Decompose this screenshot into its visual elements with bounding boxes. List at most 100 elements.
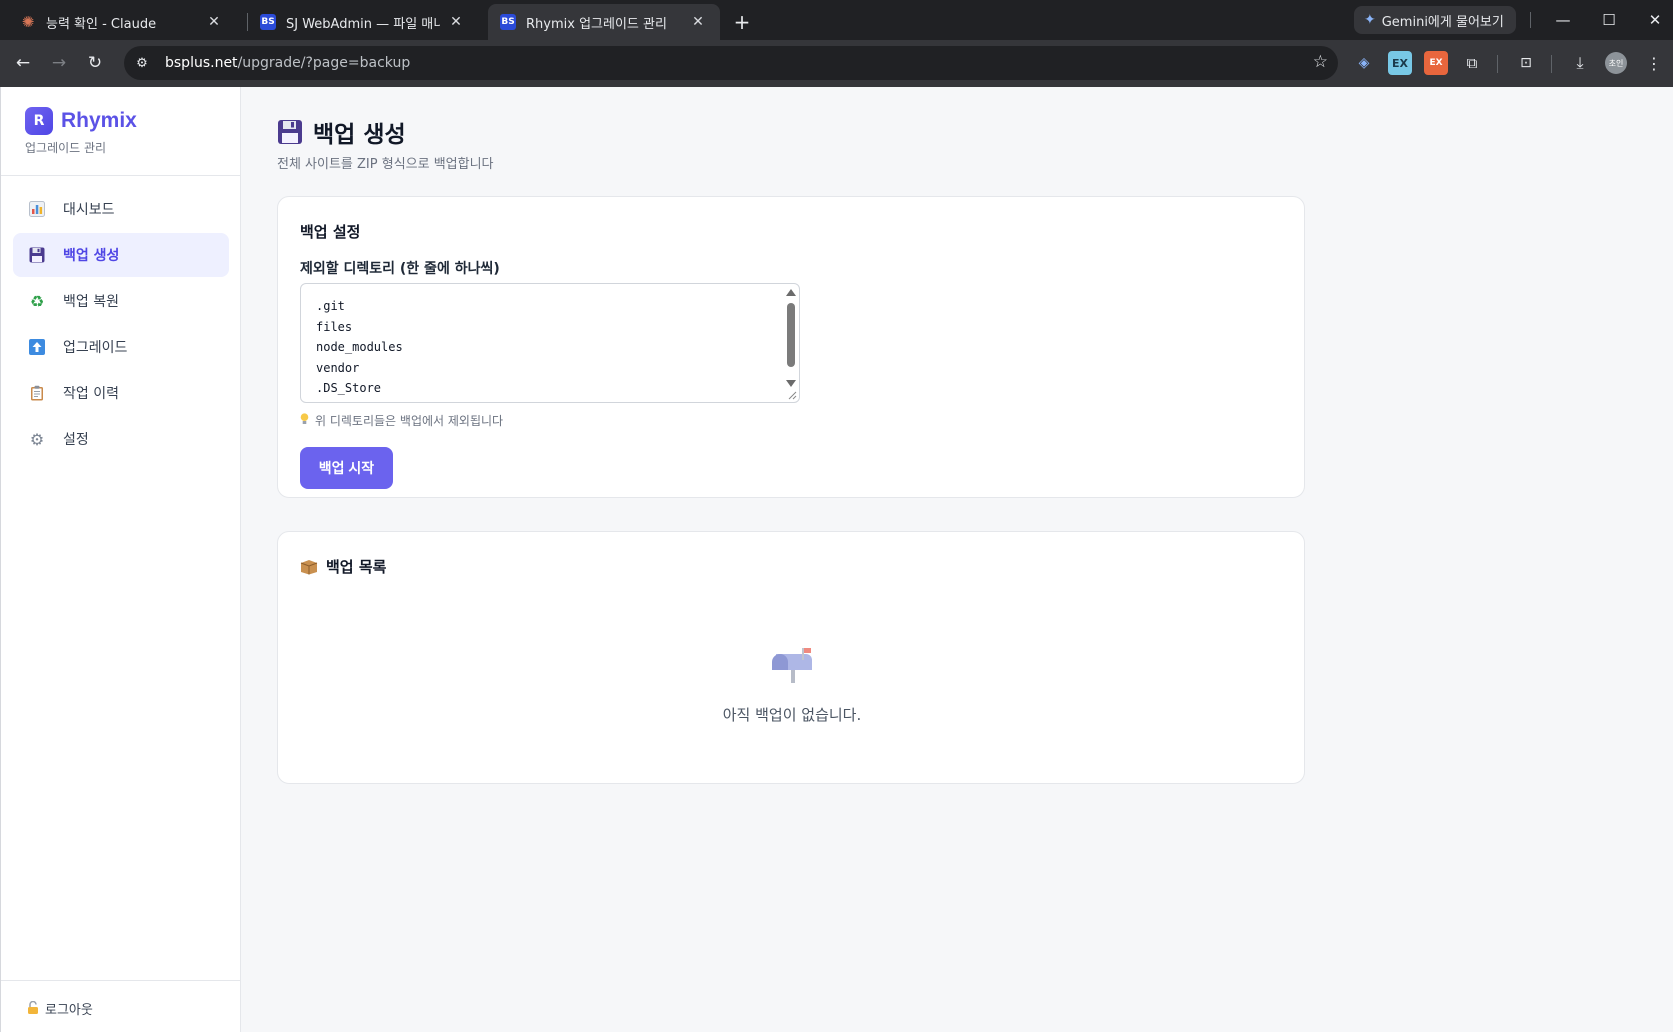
up-arrow-icon — [27, 337, 47, 357]
sidebar-item-dashboard[interactable]: 대시보드 — [13, 187, 229, 231]
brand-name: Rhymix — [61, 109, 137, 132]
new-tab-button[interactable]: + — [728, 8, 756, 36]
sidebar-item-label: 설정 — [63, 432, 89, 448]
brand-subtitle: 업그레이드 관리 — [25, 141, 107, 155]
maximize-icon[interactable]: ☐ — [1586, 0, 1632, 40]
sidebar-item-label: 작업 이력 — [63, 386, 119, 402]
textarea-lines: .git files node_modulesvendor .DS_Store — [316, 296, 403, 399]
url-path: /upgrade/?page=backup — [237, 55, 411, 71]
toolbar-divider — [1551, 55, 1552, 73]
close-icon[interactable]: ✕ — [688, 12, 708, 32]
exclude-line: .DS_Store — [316, 381, 382, 395]
exclude-hint: 위 디렉토리들은 백업에서 제외됩니다 — [300, 412, 503, 429]
url-text[interactable]: bsplus.net/upgrade/?page=backup — [165, 55, 410, 71]
reload-icon[interactable]: ↻ — [80, 48, 110, 78]
tab-claude[interactable]: ✺ 능력 확인 - Claude ✕ — [8, 4, 236, 40]
brand[interactable]: R Rhymix 업그레이드 관리 — [25, 107, 137, 156]
scroll-thumb[interactable] — [787, 303, 795, 367]
clipboard-icon — [27, 383, 47, 403]
sidebar-nav: 대시보드 백업 생성 ♻ 백업 복원 업그레이드 작업 이력 ⚙ 설정 — [13, 187, 229, 463]
browser-toolbar: ← → ↻ ⚙ bsplus.net/upgrade/?page=backup … — [0, 40, 1673, 87]
resize-grip-icon[interactable] — [787, 390, 797, 400]
card-title-row: 백업 목록 — [300, 556, 386, 577]
exclude-line: .git — [316, 299, 345, 313]
scroll-down-arrow-icon[interactable] — [786, 380, 796, 387]
bookmark-star-icon[interactable]: ☆ — [1313, 52, 1328, 72]
scroll-up-arrow-icon[interactable] — [786, 289, 796, 296]
tab-webadmin[interactable]: BS SJ WebAdmin — 파일 매니저 ✕ — [248, 4, 478, 40]
sidebar-item-upgrade[interactable]: 업그레이드 — [13, 325, 229, 369]
profile-avatar[interactable]: 초인 — [1605, 52, 1627, 74]
claude-icon: ✺ — [21, 13, 35, 31]
close-icon[interactable]: ✕ — [446, 12, 466, 32]
menu-kebab-icon[interactable]: ⋮ — [1642, 51, 1666, 75]
sidebar-item-backup-restore[interactable]: ♻ 백업 복원 — [13, 279, 229, 323]
sidebar: R Rhymix 업그레이드 관리 대시보드 백업 생성 ♻ 백업 복원 업그레… — [0, 87, 241, 1032]
package-icon — [300, 559, 318, 574]
sidebar-item-label: 대시보드 — [63, 202, 115, 218]
logout-label: 로그아웃 — [45, 1003, 93, 1018]
exclude-line: files — [316, 319, 353, 334]
bs-icon: BS — [500, 14, 516, 30]
start-backup-button[interactable]: 백업 시작 — [300, 447, 393, 489]
card-title: 백업 설정 — [300, 223, 361, 241]
sidebar-item-label: 백업 생성 — [63, 248, 120, 264]
site-settings-icon[interactable]: ⚙ — [129, 50, 155, 76]
backup-settings-card: 백업 설정 제외할 디렉토리 (한 줄에 하나씩) .git files node_… — [277, 196, 1305, 498]
logout-link[interactable]: 로그아웃 — [27, 999, 93, 1018]
toolbar-divider — [1497, 55, 1498, 73]
extension-shield-icon[interactable]: ◈ — [1352, 51, 1376, 75]
chart-icon — [27, 199, 47, 219]
extension-ex2-icon[interactable]: EX — [1424, 51, 1448, 75]
back-icon[interactable]: ← — [8, 48, 38, 78]
lightbulb-icon — [300, 413, 309, 428]
tab-title: 능력 확인 - Claude — [46, 16, 157, 32]
close-icon[interactable]: ✕ — [204, 12, 224, 32]
sidebar-item-settings[interactable]: ⚙ 설정 — [13, 417, 229, 461]
sidebar-item-label: 백업 복원 — [63, 294, 119, 310]
floppy-disk-icon — [27, 245, 47, 265]
card-title: 백업 목록 — [326, 558, 387, 576]
extensions-puzzle-icon[interactable]: ⧉ — [1460, 51, 1484, 75]
page-description: 전체 사이트를 ZIP 형식으로 백업합니다 — [277, 157, 494, 172]
tab-search-icon[interactable]: ⊡ — [1514, 51, 1538, 75]
url-host: bsplus.net — [165, 55, 238, 71]
window-controls-divider — [1530, 12, 1531, 28]
sidebar-item-history[interactable]: 작업 이력 — [13, 371, 229, 415]
sidebar-footer-divider — [1, 980, 241, 981]
page: R Rhymix 업그레이드 관리 대시보드 백업 생성 ♻ 백업 복원 업그레… — [0, 87, 1673, 1032]
tab-rhymix[interactable]: BS Rhymix 업그레이드 관리 ✕ — [488, 4, 720, 40]
exclude-dirs-textarea[interactable]: .git files node_modulesvendor .DS_Store — [300, 283, 800, 403]
minimize-icon[interactable]: — — [1540, 0, 1586, 40]
exclude-dirs-label: 제외할 디렉토리 (한 줄에 하나씩) — [300, 261, 500, 277]
unlock-icon — [27, 1000, 39, 1017]
extension-ex-icon[interactable]: EX — [1388, 51, 1412, 75]
browser-chrome: ✺ 능력 확인 - Claude ✕ BS SJ WebAdmin — 파일 매… — [0, 0, 1673, 87]
textarea-scrollbar[interactable] — [785, 287, 797, 387]
gemini-icon: ✦ — [1364, 12, 1376, 28]
sidebar-item-backup-create[interactable]: 백업 생성 — [13, 233, 229, 277]
gemini-button[interactable]: ✦ Gemini에게 물어보기 — [1354, 6, 1516, 34]
recycle-icon: ♻ — [29, 291, 45, 311]
gemini-label: Gemini에게 물어보기 — [1381, 14, 1504, 30]
exclude-line: vendor — [316, 360, 360, 375]
download-icon[interactable]: ⤓ — [1568, 51, 1592, 75]
backup-list-card: 백업 목록 아직 백업이 없습니다. — [277, 531, 1305, 784]
forward-icon[interactable]: → — [44, 48, 74, 78]
page-title: 백업 생성 — [277, 115, 406, 149]
gear-icon: ⚙ — [29, 429, 45, 449]
exclude-line: node_modules — [316, 340, 403, 354]
empty-mailbox-icon — [772, 648, 812, 683]
sidebar-item-label: 업그레이드 — [63, 340, 128, 356]
page-title-text: 백업 생성 — [313, 122, 406, 148]
tab-title: SJ WebAdmin — 파일 매니저 — [286, 16, 440, 32]
address-bar[interactable]: ⚙ bsplus.net/upgrade/?page=backup ☆ — [124, 46, 1338, 80]
close-window-icon[interactable]: ✕ — [1632, 0, 1673, 40]
floppy-disk-icon — [278, 120, 302, 144]
bs-icon: BS — [260, 14, 276, 30]
sidebar-divider — [1, 175, 241, 176]
hint-text: 위 디렉토리들은 백업에서 제외됩니다 — [315, 414, 504, 428]
tab-title: Rhymix 업그레이드 관리 — [526, 16, 667, 32]
empty-state-message: 아직 백업이 없습니다. — [722, 706, 862, 724]
rhymix-logo-icon: R — [25, 107, 53, 135]
